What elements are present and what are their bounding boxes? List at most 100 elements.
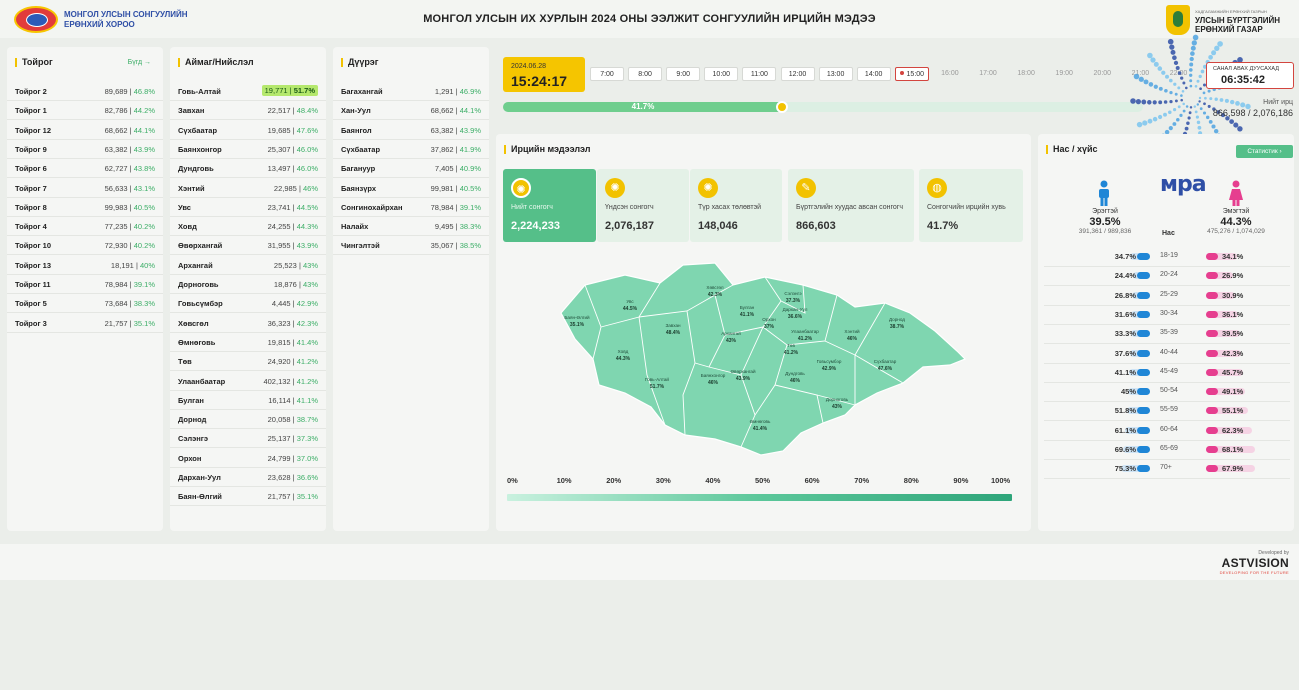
map-region-name[interactable]: Архангай (721, 330, 741, 336)
spiral-dot (1184, 126, 1189, 131)
toirog-row[interactable]: Тойрог 7 56,633 | 43.1% (7, 179, 163, 198)
map-region-name[interactable]: Говь-Алтай (645, 376, 669, 382)
map-region-name[interactable]: Төв (787, 343, 795, 348)
toirog-row[interactable]: Тойрог 2 89,689 | 46.8% (7, 82, 163, 101)
map-region-name[interactable]: Баянхонгор (701, 373, 726, 378)
map-region-name[interactable]: Өмнөговь (750, 419, 771, 424)
stat-card-1[interactable]: ✺ Үндсэн сонгогч 2,076,187 (597, 169, 689, 242)
map-region-name[interactable]: Хөвсгөл (706, 285, 724, 290)
aimag-row[interactable]: Дорноговь 18,876 | 43% (170, 275, 326, 294)
duureg-row[interactable]: Багахангай 1,291 | 46.9% (333, 82, 489, 101)
aimag-row[interactable]: Ховд 24,255 | 44.3% (170, 217, 326, 237)
stat-card-3[interactable]: ✎ Бүртгэлийн хуудас авсан сонгогч 866,603 (788, 169, 914, 242)
temp-removed-icon: ✺ (698, 178, 718, 198)
age-range: 55-59 (1160, 406, 1178, 414)
map-region-name[interactable]: Дорнод (889, 317, 905, 322)
aimag-row[interactable]: Өмнөговь 19,815 | 41.4% (170, 333, 326, 352)
stat-card-0[interactable]: ✺ Нийт сонгогч 2,224,233 (503, 169, 596, 242)
map-region-name[interactable]: Увс (626, 299, 634, 304)
hour-11[interactable]: 18:00 (1009, 67, 1043, 81)
map-region-name[interactable]: Улаанбаатар (791, 329, 819, 334)
map-region-name[interactable]: Орхон (762, 317, 776, 322)
hour-6[interactable]: 13:00 (818, 67, 853, 81)
aimag-row[interactable]: Архангай 25,523 | 43% (170, 256, 326, 275)
duureg-row[interactable]: Хан-Уул 68,662 | 44.1% (333, 101, 489, 121)
toirog-row[interactable]: Тойрог 4 77,235 | 40.2% (7, 217, 163, 237)
map-region-name[interactable]: Дундговь (785, 371, 805, 376)
aimag-row[interactable]: Баян-Өлгий 21,757 | 35.1% (170, 487, 326, 507)
aimag-row[interactable]: Говь-Алтай 19,771 | 51.7% (170, 82, 326, 101)
toirog-row[interactable]: Тойрог 5 73,684 | 38.3% (7, 294, 163, 314)
spiral-dot (1189, 56, 1194, 62)
spiral-dot (1172, 55, 1177, 61)
map-region-name[interactable]: Сүхбаатар (874, 359, 897, 364)
aimag-row[interactable]: Дархан-Уул 23,628 | 36.6% (170, 468, 326, 487)
aimag-row[interactable]: Хөвсгөл 36,323 | 42.3% (170, 314, 326, 333)
map-region-name[interactable]: Хэнтий (844, 328, 860, 334)
toirog-row-count: 99,983 (104, 202, 128, 212)
aimag-row[interactable]: Хэнтий 22,985 | 46% (170, 179, 326, 198)
aimag-row[interactable]: Төв 24,920 | 41.2% (170, 352, 326, 372)
duureg-row[interactable]: Сонгинохайрхан 78,984 | 39.1% (333, 198, 489, 217)
toirog-all-link[interactable]: Бүгд → (128, 59, 151, 66)
hour-12[interactable]: 19:00 (1047, 67, 1081, 81)
duureg-row[interactable]: Баянзүрх 99,981 | 40.5% (333, 179, 489, 198)
map-region-name[interactable]: Говьсүмбэр (817, 359, 842, 364)
hour-7[interactable]: 14:00 (856, 67, 891, 81)
toirog-row-name: Тойрог 7 (15, 183, 47, 193)
toirog-row[interactable]: Тойрог 12 68,662 | 44.1% (7, 121, 163, 140)
hour-13[interactable]: 20:00 (1085, 67, 1119, 81)
arrow-right-icon: → (144, 59, 151, 66)
hour-4[interactable]: 11:00 (742, 67, 777, 81)
duureg-row[interactable]: Багануур 7,405 | 40.9% (333, 159, 489, 179)
map-region-name[interactable]: Дархан-Уул (783, 307, 808, 312)
aimag-row[interactable]: Улаанбаатар 402,132 | 41.2% (170, 372, 326, 391)
toirog-row[interactable]: Тойрог 10 72,930 | 40.2% (7, 236, 163, 256)
aimag-row[interactable]: Өвөрхангай 31,955 | 43.9% (170, 236, 326, 256)
aimag-row[interactable]: Баянхонгор 25,307 | 46.0% (170, 140, 326, 159)
stat-card-4[interactable]: ◍ Сонгогчийн ирцийн хувь 41.7% (919, 169, 1023, 242)
spiral-dot (1190, 45, 1196, 51)
hour-3[interactable]: 10:00 (704, 67, 739, 81)
aimag-row[interactable]: Говьсүмбэр 4,445 | 42.9% (170, 294, 326, 314)
toirog-row[interactable]: Тойрог 3 21,757 | 35.1% (7, 314, 163, 333)
stat-card-2[interactable]: ✺ Түр хасах төлөвтэй 148,046 (690, 169, 782, 242)
duureg-row[interactable]: Сүхбаатар 37,862 | 41.9% (333, 140, 489, 159)
aimag-row[interactable]: Орхон 24,799 | 37.0% (170, 449, 326, 468)
aimag-row[interactable]: Дундговь 13,497 | 46.0% (170, 159, 326, 179)
aimag-row[interactable]: Булган 16,114 | 41.1% (170, 391, 326, 410)
duureg-row[interactable]: Чингэлтэй 35,067 | 38.5% (333, 236, 489, 256)
toirog-row[interactable]: Тойрог 6 62,727 | 43.8% (7, 159, 163, 179)
duureg-row[interactable]: Баянгол 63,382 | 43.9% (333, 121, 489, 140)
aimag-row[interactable]: Дорнод 20,058 | 38.7% (170, 410, 326, 430)
map-region-name[interactable]: Дорноговь (826, 397, 849, 402)
hour-2[interactable]: 9:00 (666, 67, 701, 81)
map-region-name[interactable]: Өвөрхангай (730, 368, 756, 374)
hour-0[interactable]: 7:00 (590, 67, 624, 81)
hour-10[interactable]: 17:00 (971, 67, 1005, 81)
aimag-row-count: 24,799 (267, 453, 291, 463)
aimag-row-value: 16,114 | 41.1% (268, 395, 318, 405)
toirog-row[interactable]: Тойрог 1 82,786 | 44.2% (7, 101, 163, 121)
duureg-row[interactable]: Налайх 9,495 | 38.3% (333, 217, 489, 237)
toirog-row[interactable]: Тойрог 13 18,191 | 40% (7, 256, 163, 275)
map-region-name[interactable]: Ховд (618, 349, 629, 354)
toirog-row[interactable]: Тойрог 9 63,382 | 43.9% (7, 140, 163, 159)
statistics-button[interactable]: Статистик › (1236, 145, 1293, 158)
spiral-dot (1138, 76, 1144, 82)
toirog-row[interactable]: Тойрог 11 78,984 | 39.1% (7, 275, 163, 294)
toirog-row[interactable]: Тойрог 8 99,983 | 40.5% (7, 198, 163, 217)
map-region-name[interactable]: Булган (740, 305, 755, 310)
spiral-dot (1187, 116, 1191, 120)
hour-5[interactable]: 12:00 (780, 67, 815, 81)
hour-8[interactable]: 15:00 (894, 67, 929, 81)
aimag-row[interactable]: Сүхбаатар 19,685 | 47.6% (170, 121, 326, 140)
map-region-name[interactable]: Сэлэнгэ (784, 291, 802, 296)
aimag-row[interactable]: Завхан 22,517 | 48.4% (170, 101, 326, 121)
hour-1[interactable]: 8:00 (628, 67, 663, 81)
aimag-row[interactable]: Сэлэнгэ 25,137 | 37.3% (170, 429, 326, 449)
map-region-name[interactable]: Баян-Өлгий (564, 314, 590, 320)
hour-9[interactable]: 16:00 (933, 67, 967, 81)
aimag-row[interactable]: Увс 23,741 | 44.5% (170, 198, 326, 217)
map-region-name[interactable]: Завхан (665, 323, 681, 328)
